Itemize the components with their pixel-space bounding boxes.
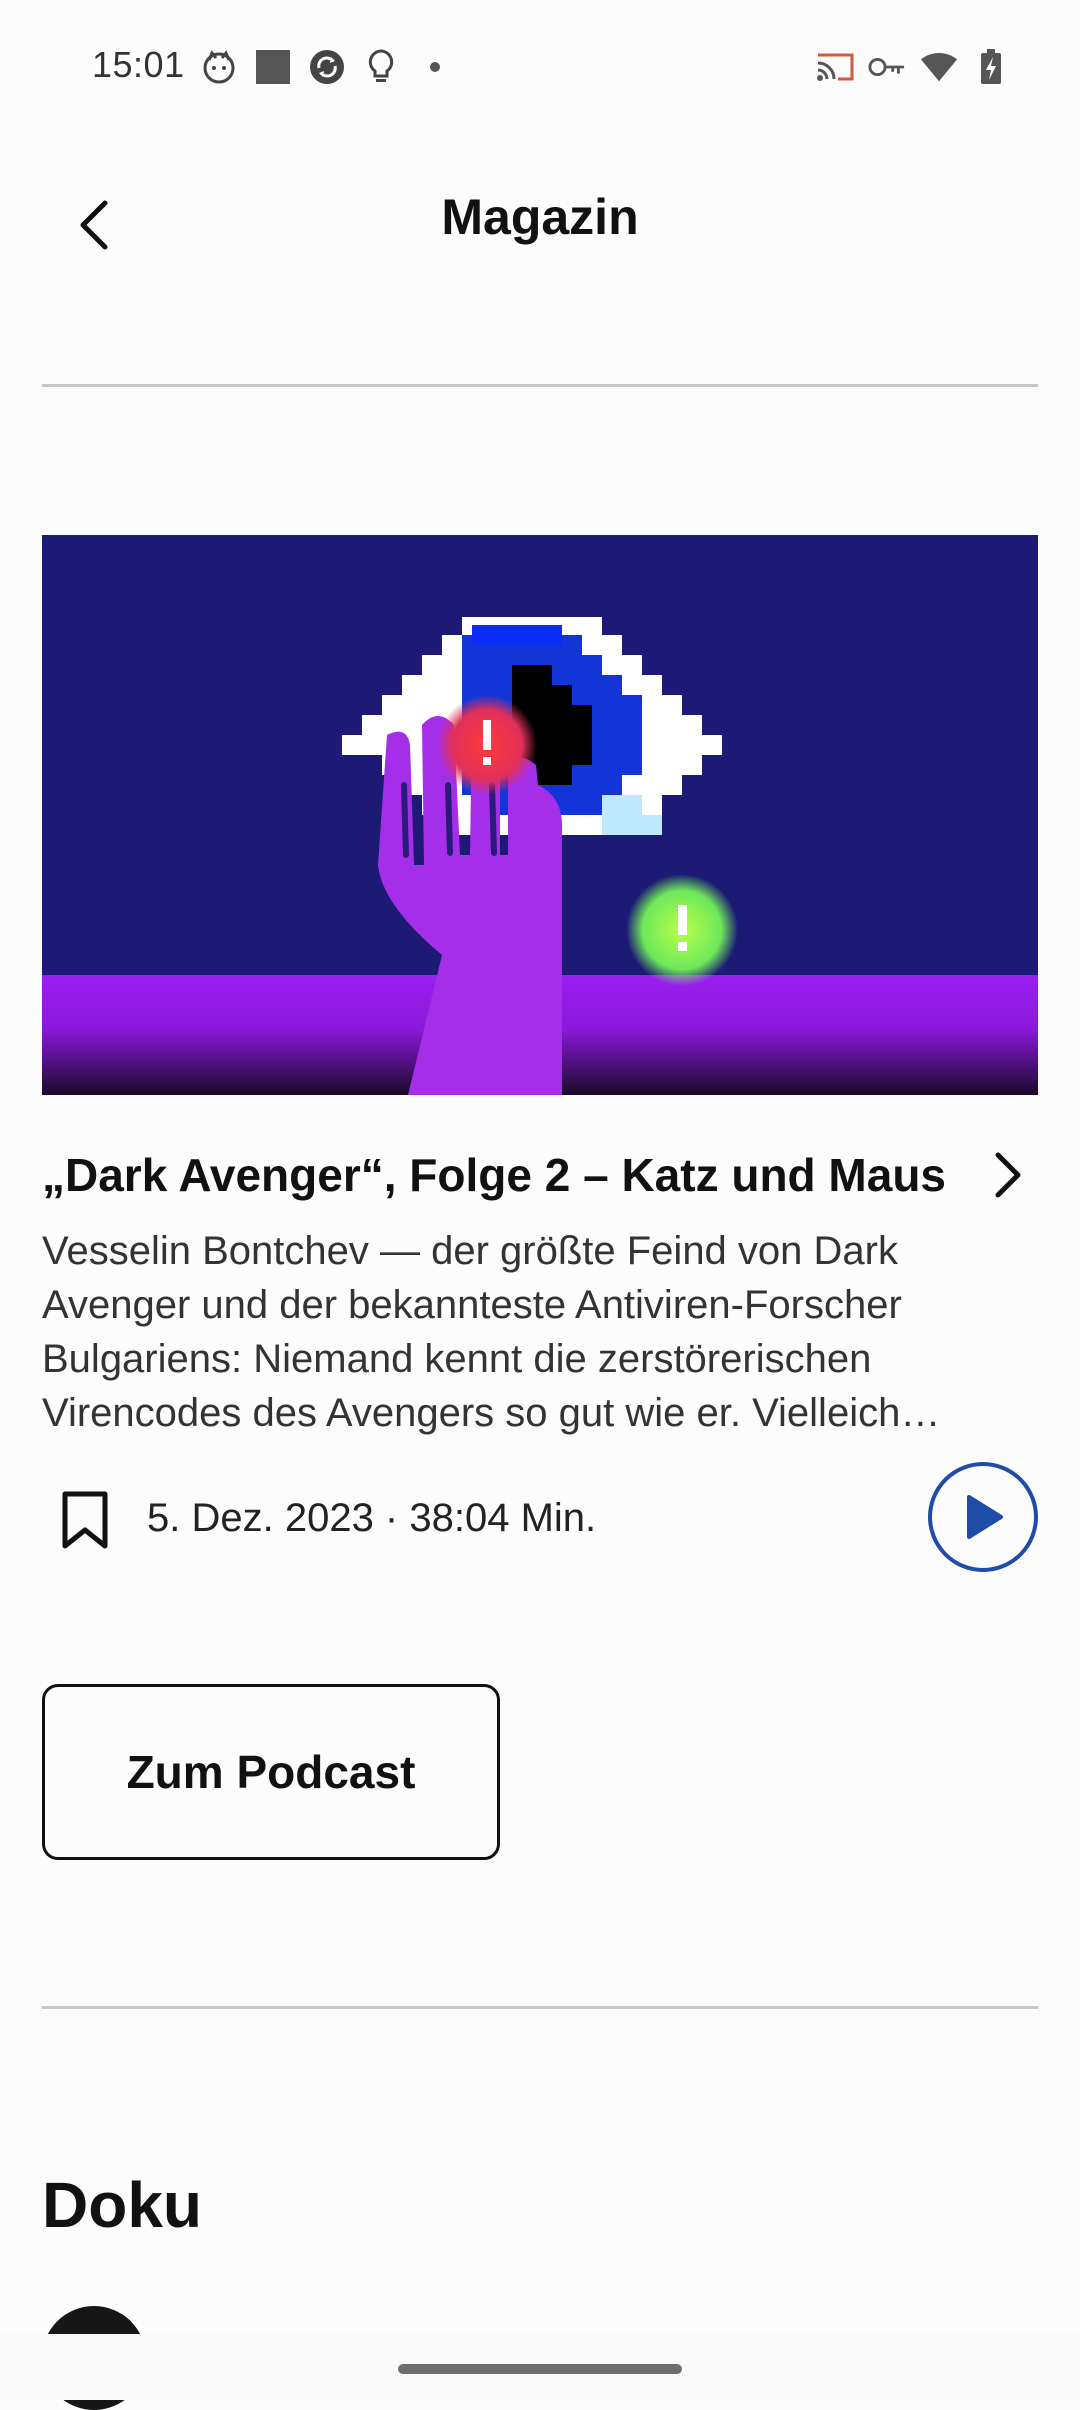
dot-icon bbox=[416, 48, 454, 86]
status-icons-left bbox=[200, 48, 454, 86]
gesture-handle[interactable] bbox=[398, 2364, 682, 2374]
status-time: 15:01 bbox=[92, 44, 185, 85]
cast-icon bbox=[816, 48, 854, 86]
episode-title-row[interactable]: „Dark Avenger“, Folge 2 – Katz und Maus bbox=[42, 1140, 1038, 1210]
bookmark-icon bbox=[62, 1491, 108, 1549]
status-icons-right bbox=[816, 48, 1010, 86]
dark-avenger-illustration bbox=[42, 535, 1038, 1095]
episode-title: „Dark Avenger“, Folge 2 – Katz und Maus bbox=[42, 1149, 947, 1201]
cat-face-icon bbox=[200, 48, 238, 86]
battery-charging-icon bbox=[972, 48, 1010, 86]
page-title: Magazin bbox=[441, 189, 639, 245]
chevron-right-icon bbox=[978, 1145, 1038, 1205]
episode-hero-image[interactable] bbox=[42, 535, 1038, 1095]
status-bar: 15:01 bbox=[0, 0, 1080, 135]
zum-podcast-button[interactable]: Zum Podcast bbox=[42, 1684, 500, 1860]
episode-description: Vesselin Bontchev — der größte Feind von… bbox=[42, 1229, 941, 1435]
episode-date-duration: 5. Dez. 2023 · 38:04 Min. bbox=[147, 1496, 597, 1540]
square-icon bbox=[254, 48, 292, 86]
wifi-icon bbox=[920, 48, 958, 86]
top-divider bbox=[42, 384, 1038, 387]
play-icon bbox=[967, 1495, 1003, 1539]
vpn-key-icon bbox=[868, 48, 906, 86]
app-bar: Magazin bbox=[0, 150, 1080, 290]
section-title: Doku bbox=[42, 2169, 202, 2241]
sync-icon bbox=[308, 48, 346, 86]
bookmark-button[interactable] bbox=[52, 1482, 118, 1558]
episode-meta-row: 5. Dez. 2023 · 38:04 Min. bbox=[42, 1460, 1038, 1580]
section-divider bbox=[42, 2006, 1038, 2009]
play-button[interactable] bbox=[928, 1462, 1038, 1572]
lightbulb-icon bbox=[362, 48, 400, 86]
